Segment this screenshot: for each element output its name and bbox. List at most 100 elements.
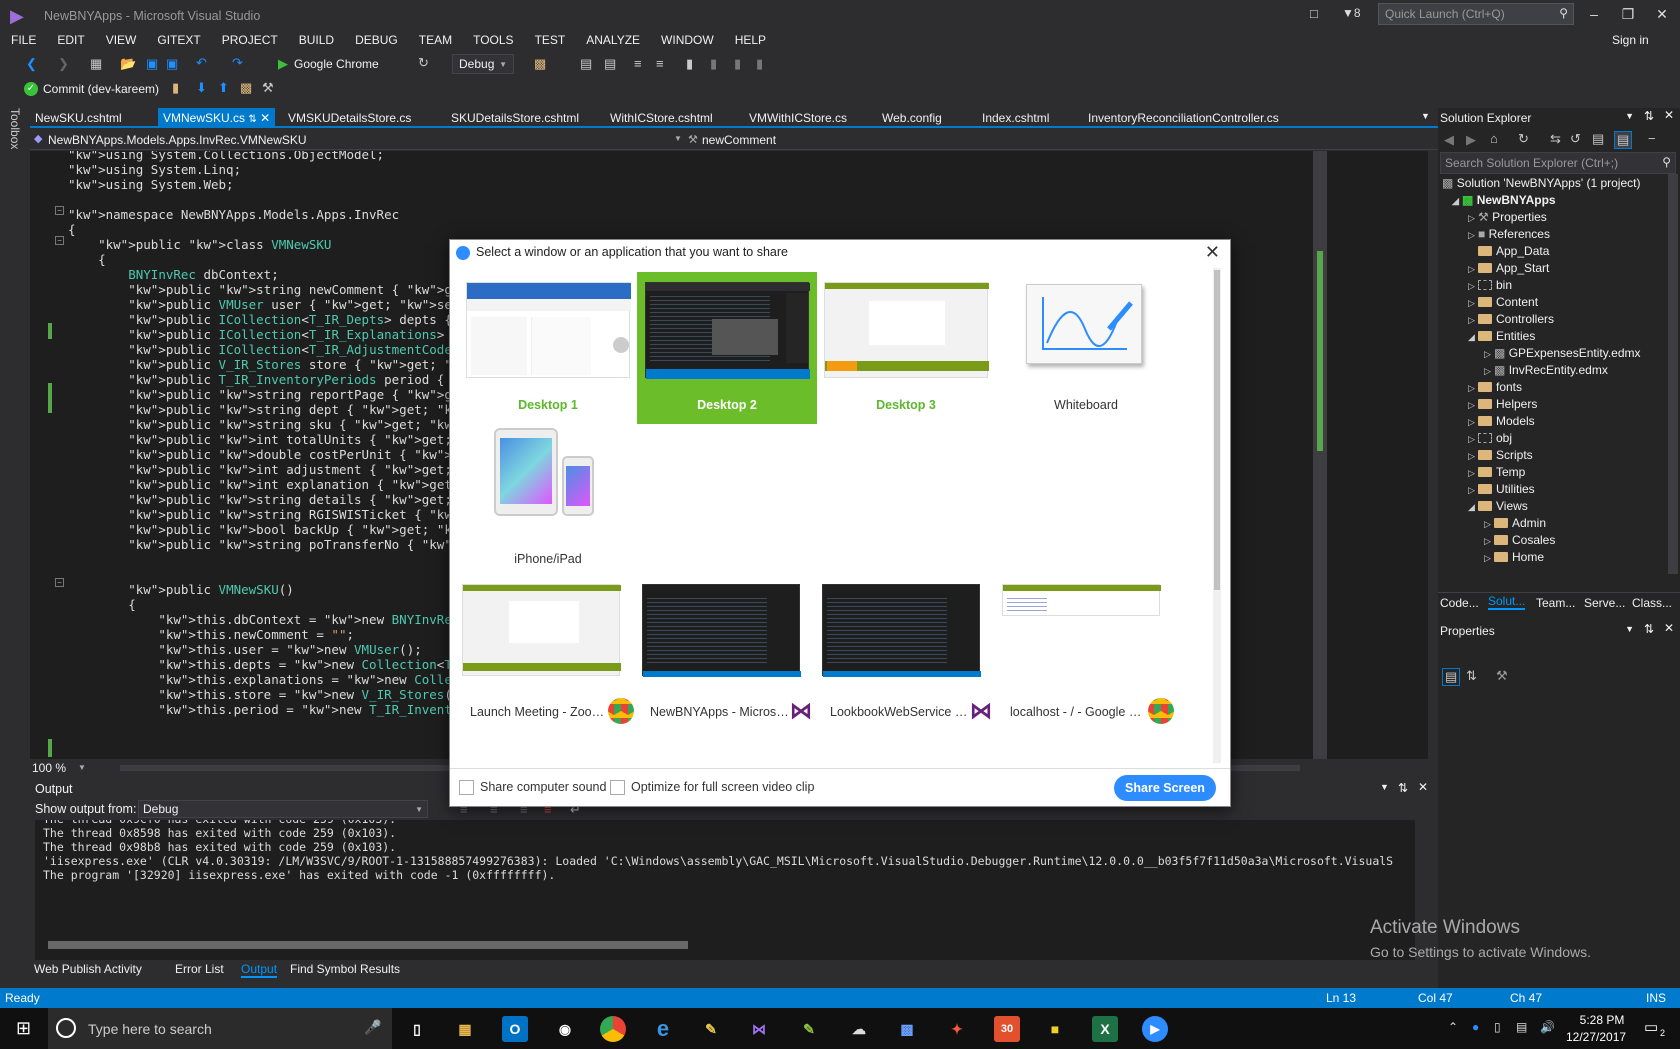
expand-icon[interactable]: ◢ <box>1452 192 1462 210</box>
close-panel-icon[interactable]: ✕ <box>1664 108 1674 122</box>
expand-icon[interactable]: ◢ <box>1468 328 1478 346</box>
tab-find-symbol-results[interactable]: Find Symbol Results <box>290 962 400 976</box>
zoom-icon[interactable]: ▶ <box>1142 1016 1168 1042</box>
find-in-files-icon[interactable]: ▩ <box>534 56 546 72</box>
expand-icon[interactable]: ◢ <box>1468 498 1478 516</box>
restore-button[interactable]: ❐ <box>1614 3 1642 25</box>
panel-menu-icon[interactable]: ▼ <box>1625 624 1634 634</box>
zoom-tray-icon[interactable]: ● <box>1472 1020 1479 1034</box>
settings-icon[interactable]: ⚒ <box>262 80 274 96</box>
menu-help[interactable]: HELP <box>724 30 776 47</box>
configuration-dropdown[interactable]: Debug ▼ <box>452 54 514 74</box>
paint-icon[interactable]: ☁ <box>846 1016 872 1042</box>
task-view-icon[interactable]: ▯ <box>404 1016 430 1042</box>
tab-server[interactable]: Serve... <box>1584 596 1625 610</box>
menu-tools[interactable]: TOOLS <box>462 30 523 47</box>
tab-class[interactable]: Class... <box>1632 596 1672 610</box>
forward-icon[interactable]: ❯ <box>58 56 69 72</box>
tab-withicstore-cshtml[interactable]: WithICStore.cshtml <box>605 108 745 128</box>
menu-file[interactable]: FILE <box>0 30 46 47</box>
share-tile-desktop-2[interactable]: Desktop 2 <box>637 272 817 424</box>
menu-window[interactable]: WINDOW <box>650 30 724 47</box>
action-center-icon[interactable]: ▭ <box>1644 1018 1658 1036</box>
tree-scrollbar[interactable] <box>1668 174 1678 574</box>
run-target-dropdown[interactable]: Google Chrome <box>294 57 379 71</box>
tab-index-cshtml[interactable]: Index.cshtml <box>977 108 1087 128</box>
tab-error-list[interactable]: Error List <box>175 962 224 976</box>
settings-icon[interactable]: − <box>1648 131 1656 146</box>
tab-vmwithicstore-cs[interactable]: VMWithICStore.cs <box>744 108 874 128</box>
tree-item-models[interactable]: ▷ Models <box>1468 412 1535 430</box>
tab-inventoryreconciliationcontroller-cs[interactable]: InventoryReconciliationController.cs <box>1083 108 1343 128</box>
menu-edit[interactable]: EDIT <box>46 30 94 47</box>
close-panel-icon[interactable]: ✕ <box>1418 780 1428 794</box>
next-bookmark-icon[interactable]: ▮ <box>734 56 741 72</box>
tree-item-invrecentity[interactable]: ▷ ▩ InvRecEntity.edmx <box>1484 361 1608 379</box>
wordpress-icon[interactable]: ◉ <box>552 1016 578 1042</box>
menu-view[interactable]: VIEW <box>95 30 147 47</box>
back-icon[interactable]: ◀ <box>1444 132 1454 148</box>
menu-analyze[interactable]: ANALYZE <box>575 30 650 47</box>
feedback-icon[interactable]: □ <box>1310 6 1318 21</box>
share-tile-iphone-ipad[interactable]: iPhone/iPad <box>458 426 638 578</box>
optimize-video-checkbox[interactable] <box>610 780 625 795</box>
clock-date[interactable]: 12/27/2017 <box>1566 1030 1626 1044</box>
tab-vmskudetailsstore-cs[interactable]: VMSKUDetailsStore.cs <box>283 108 433 128</box>
open-file-icon[interactable]: 📂 <box>120 56 136 72</box>
share-screen-button[interactable]: Share Screen <box>1114 775 1216 801</box>
close-panel-icon[interactable]: ✕ <box>1664 621 1674 635</box>
outlook-icon[interactable]: O <box>502 1016 528 1042</box>
pull-icon[interactable]: ⬇ <box>196 80 207 96</box>
collapse-icon[interactable]: − <box>55 206 64 215</box>
sign-in-link[interactable]: Sign in <box>1612 33 1649 47</box>
solution-search-input[interactable]: Search Solution Explorer (Ctrl+;) ⚲ <box>1440 152 1676 174</box>
menu-test[interactable]: TEST <box>524 30 576 47</box>
tree-item-obj[interactable]: ▷ obj <box>1468 429 1512 447</box>
share-tile-desktop-3[interactable]: Desktop 3 <box>816 272 996 424</box>
toolbox-sidebar[interactable]: Toolbox <box>0 102 30 990</box>
share-window-newbnyapps[interactable]: NewBNYApps - Microsof... ⋈ <box>638 580 818 740</box>
close-icon[interactable]: ✕ <box>1205 242 1220 263</box>
tree-item-temp[interactable]: ▷ Temp <box>1468 463 1525 481</box>
share-window-lookbookwebservice[interactable]: LookbookWebService (R... ⋈ <box>818 580 998 740</box>
share-tile-whiteboard[interactable]: Whiteboard <box>996 272 1176 424</box>
editor-scrollbar[interactable] <box>1313 151 1327 759</box>
panel-menu-icon[interactable]: ▼ <box>1625 111 1634 121</box>
new-project-icon[interactable]: ▦ <box>90 56 102 72</box>
edge-icon[interactable]: e <box>650 1016 676 1042</box>
notepad-icon[interactable]: ✎ <box>698 1016 724 1042</box>
dialog-scrollbar[interactable] <box>1213 268 1221 763</box>
menu-project[interactable]: PROJECT <box>211 30 288 47</box>
code-line[interactable]: { <box>68 252 106 268</box>
quick-launch-input[interactable]: Quick Launch (Ctrl+Q) ⚲ <box>1378 3 1574 25</box>
forward-icon[interactable]: ▶ <box>1466 132 1476 148</box>
tree-item-content[interactable]: ▷ Content <box>1468 293 1538 311</box>
tree-item-references[interactable]: ▷ ■ References <box>1468 225 1550 243</box>
collapse-icon[interactable]: − <box>55 578 64 587</box>
folder-icon[interactable]: ▮ <box>172 80 179 96</box>
panel-menu-icon[interactable]: ▼ <box>1380 782 1389 792</box>
tree-item-views[interactable]: ◢ Views <box>1468 497 1528 515</box>
tree-item-admin[interactable]: ▷ Admin <box>1484 514 1546 532</box>
sticky-notes-icon[interactable]: ■ <box>1042 1016 1068 1042</box>
minimize-button[interactable]: – <box>1580 3 1608 25</box>
code-line[interactable]: "kw">public VMNewSKU() <box>68 582 294 598</box>
tab-solution[interactable]: Solut... <box>1488 594 1526 610</box>
pin-icon[interactable]: ⇅ <box>1644 622 1654 636</box>
code-line[interactable]: "kw">this.user = "kw">new VMUser(); <box>68 642 421 658</box>
code-line[interactable]: "kw">public VMUser user { "kw">get; "kw"… <box>68 297 489 313</box>
tree-item-app-start[interactable]: ▷ App_Start <box>1468 259 1549 277</box>
back-icon[interactable]: ❮ <box>26 56 37 72</box>
commit-button[interactable]: Commit (dev-kareem) <box>43 82 159 96</box>
prev-bookmark-icon[interactable]: ▮ <box>710 56 717 72</box>
excel-icon[interactable]: X <box>1092 1016 1118 1042</box>
tree-item-entities[interactable]: ◢ Entities <box>1468 327 1535 345</box>
refresh-icon[interactable]: ↻ <box>418 55 429 71</box>
tab-web-config[interactable]: Web.config <box>877 108 977 128</box>
code-line[interactable]: "kw">this.store = "kw">new V_IR_Stores()… <box>68 687 467 703</box>
tree-item-fonts[interactable]: ▷ fonts <box>1468 378 1522 396</box>
start-debug-icon[interactable]: ▶ <box>278 56 288 72</box>
clock-time[interactable]: 5:28 PM <box>1574 1013 1630 1027</box>
code-line[interactable]: "kw">namespace NewBNYApps.Models.Apps.In… <box>68 207 399 223</box>
menu-build[interactable]: BUILD <box>288 30 344 47</box>
